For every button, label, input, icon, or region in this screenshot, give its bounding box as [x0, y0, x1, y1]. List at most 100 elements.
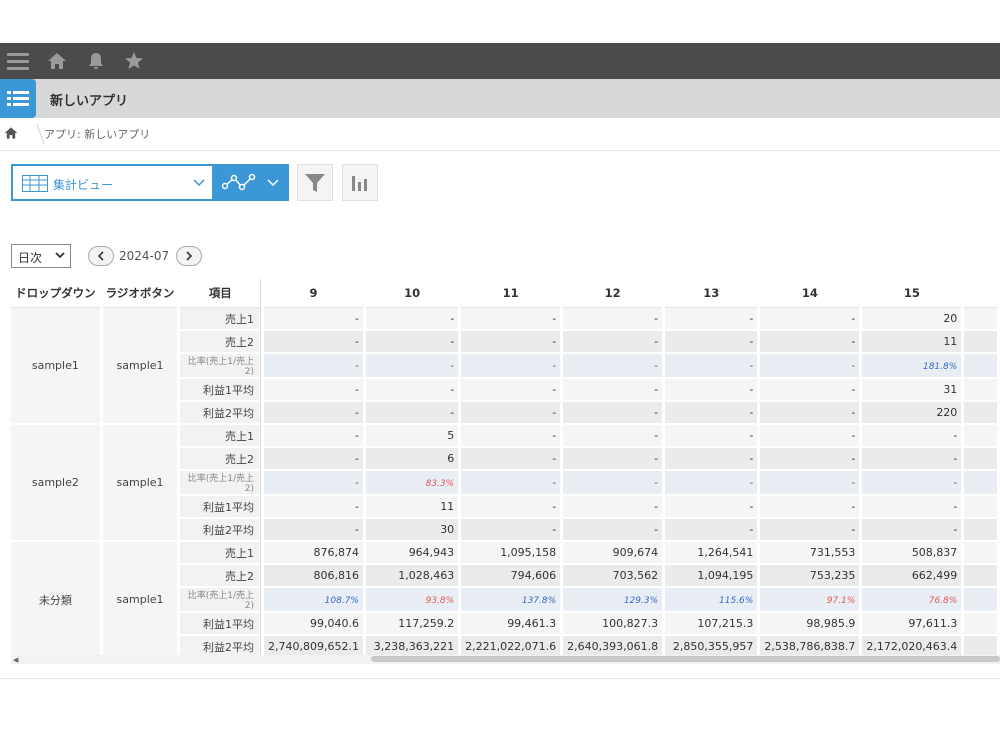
scrollbar-thumb[interactable]	[371, 656, 1000, 662]
cell-value: 753,235	[809, 569, 856, 582]
cell-value: 97,611.3	[908, 617, 958, 630]
breadcrumb-home-icon[interactable]	[4, 125, 22, 143]
star-icon[interactable]	[122, 49, 146, 73]
cell-value: -	[749, 335, 754, 348]
value-cell: -	[862, 448, 962, 471]
value-cell: 6	[366, 448, 459, 471]
next-month-button[interactable]	[176, 246, 202, 266]
value-cell: -	[665, 308, 758, 331]
item-label: 売上1	[180, 308, 262, 331]
cell-value: 2,221,022,071.6	[465, 640, 557, 653]
value-cell: -	[760, 519, 860, 542]
item-label: 売上2	[180, 448, 262, 471]
ratio-value: 76.8%	[928, 596, 958, 606]
value-cell: 107,215.3	[665, 613, 758, 636]
value-cell: -	[563, 425, 663, 448]
menu-icon[interactable]	[6, 49, 30, 73]
item-label: 売上1	[180, 425, 262, 448]
cell-value: -	[953, 476, 958, 489]
cell-value: -	[552, 406, 557, 419]
cell-value: -	[851, 359, 856, 372]
cell-value: 99,040.6	[310, 617, 359, 630]
cell-value: -	[749, 406, 754, 419]
cell-value: -	[552, 523, 557, 536]
item-label: 売上1	[180, 542, 262, 565]
radio-group-cell: sample1	[102, 542, 178, 655]
chart-button[interactable]	[342, 164, 378, 201]
value-cell: 753,235	[760, 565, 860, 588]
header-item: 項目	[180, 279, 262, 308]
value-cell: -	[862, 519, 962, 542]
cell-value: -	[355, 383, 359, 396]
dropdown-group-cell: 未分類	[11, 542, 100, 655]
value-cell: -	[563, 496, 663, 519]
cell-value: 31	[943, 383, 958, 396]
value-cell: -	[366, 354, 459, 379]
breadcrumb-app-link[interactable]: アプリ: 新しいアプリ	[44, 126, 150, 142]
value-cell: 97,611.3	[862, 613, 962, 636]
value-cell: -	[563, 308, 663, 331]
cell-value: -	[654, 312, 659, 325]
item-label: 利益2平均	[180, 636, 262, 655]
period-select[interactable]: 日次	[11, 244, 71, 268]
radio-group-cell: sample1	[102, 308, 178, 425]
header-day: 10	[366, 279, 459, 308]
value-cell: 11	[366, 496, 459, 519]
value-cell: -	[665, 354, 758, 379]
divider	[0, 678, 1000, 679]
overflow-cell	[964, 402, 997, 425]
value-cell: 731,553	[760, 542, 860, 565]
cell-value: 806,816	[313, 569, 360, 582]
cell-value: 99,461.3	[507, 617, 557, 630]
value-cell: 20	[862, 308, 962, 331]
value-cell: -	[461, 354, 561, 379]
value-cell: -	[461, 402, 561, 425]
item-label: 売上2	[180, 565, 262, 588]
value-cell: -	[665, 402, 758, 425]
cell-value: -	[654, 500, 659, 513]
cell-value: -	[749, 452, 754, 465]
aggregate-table-container[interactable]: ドロップダウン ラジオボタン 項目 9 10 11 12 13 14 15 sa…	[11, 279, 1000, 655]
prev-month-button[interactable]	[88, 246, 114, 266]
scroll-left-icon[interactable]: ◀	[13, 656, 18, 664]
view-selector[interactable]: 集計ビュー	[11, 164, 214, 201]
home-icon[interactable]	[45, 49, 69, 73]
value-cell: -	[366, 379, 459, 402]
value-cell: -	[760, 354, 860, 379]
cell-value: 20	[943, 312, 958, 325]
radio-group-cell: sample1	[102, 425, 178, 542]
cell-value: -	[450, 335, 455, 348]
bell-icon[interactable]	[84, 49, 108, 73]
cell-value: -	[851, 335, 856, 348]
value-cell: 964,943	[366, 542, 459, 565]
chevron-down-icon	[193, 179, 205, 187]
value-cell: 1,264,541	[665, 542, 758, 565]
value-cell: 703,562	[563, 565, 663, 588]
filter-icon	[305, 173, 325, 192]
cell-value: -	[851, 312, 856, 325]
value-cell: -	[665, 496, 758, 519]
cell-value: 2,172,020,463.4	[866, 640, 958, 653]
value-cell: -	[563, 448, 663, 471]
graph-view-button[interactable]	[214, 164, 289, 201]
cell-value: -	[450, 383, 455, 396]
ratio-value: 115.6%	[719, 596, 754, 606]
value-cell: -	[665, 331, 758, 354]
cell-value: -	[851, 500, 856, 513]
filter-button[interactable]	[297, 164, 333, 201]
cell-value: -	[749, 523, 754, 536]
value-cell: -	[461, 496, 561, 519]
value-cell: 99,040.6	[264, 613, 363, 636]
value-cell: -	[760, 331, 860, 354]
app-list-icon[interactable]	[0, 79, 36, 118]
value-cell: -	[563, 519, 663, 542]
cell-value: 731,553	[809, 546, 856, 559]
value-cell: 108.7%	[264, 588, 363, 613]
cell-value: -	[654, 452, 659, 465]
horizontal-scrollbar[interactable]: ◀	[11, 655, 1000, 664]
ratio-value: 93.8%	[425, 596, 455, 606]
cell-value: -	[355, 452, 359, 465]
overflow-cell	[964, 308, 997, 331]
cell-value: -	[654, 406, 659, 419]
overflow-cell	[964, 636, 997, 655]
